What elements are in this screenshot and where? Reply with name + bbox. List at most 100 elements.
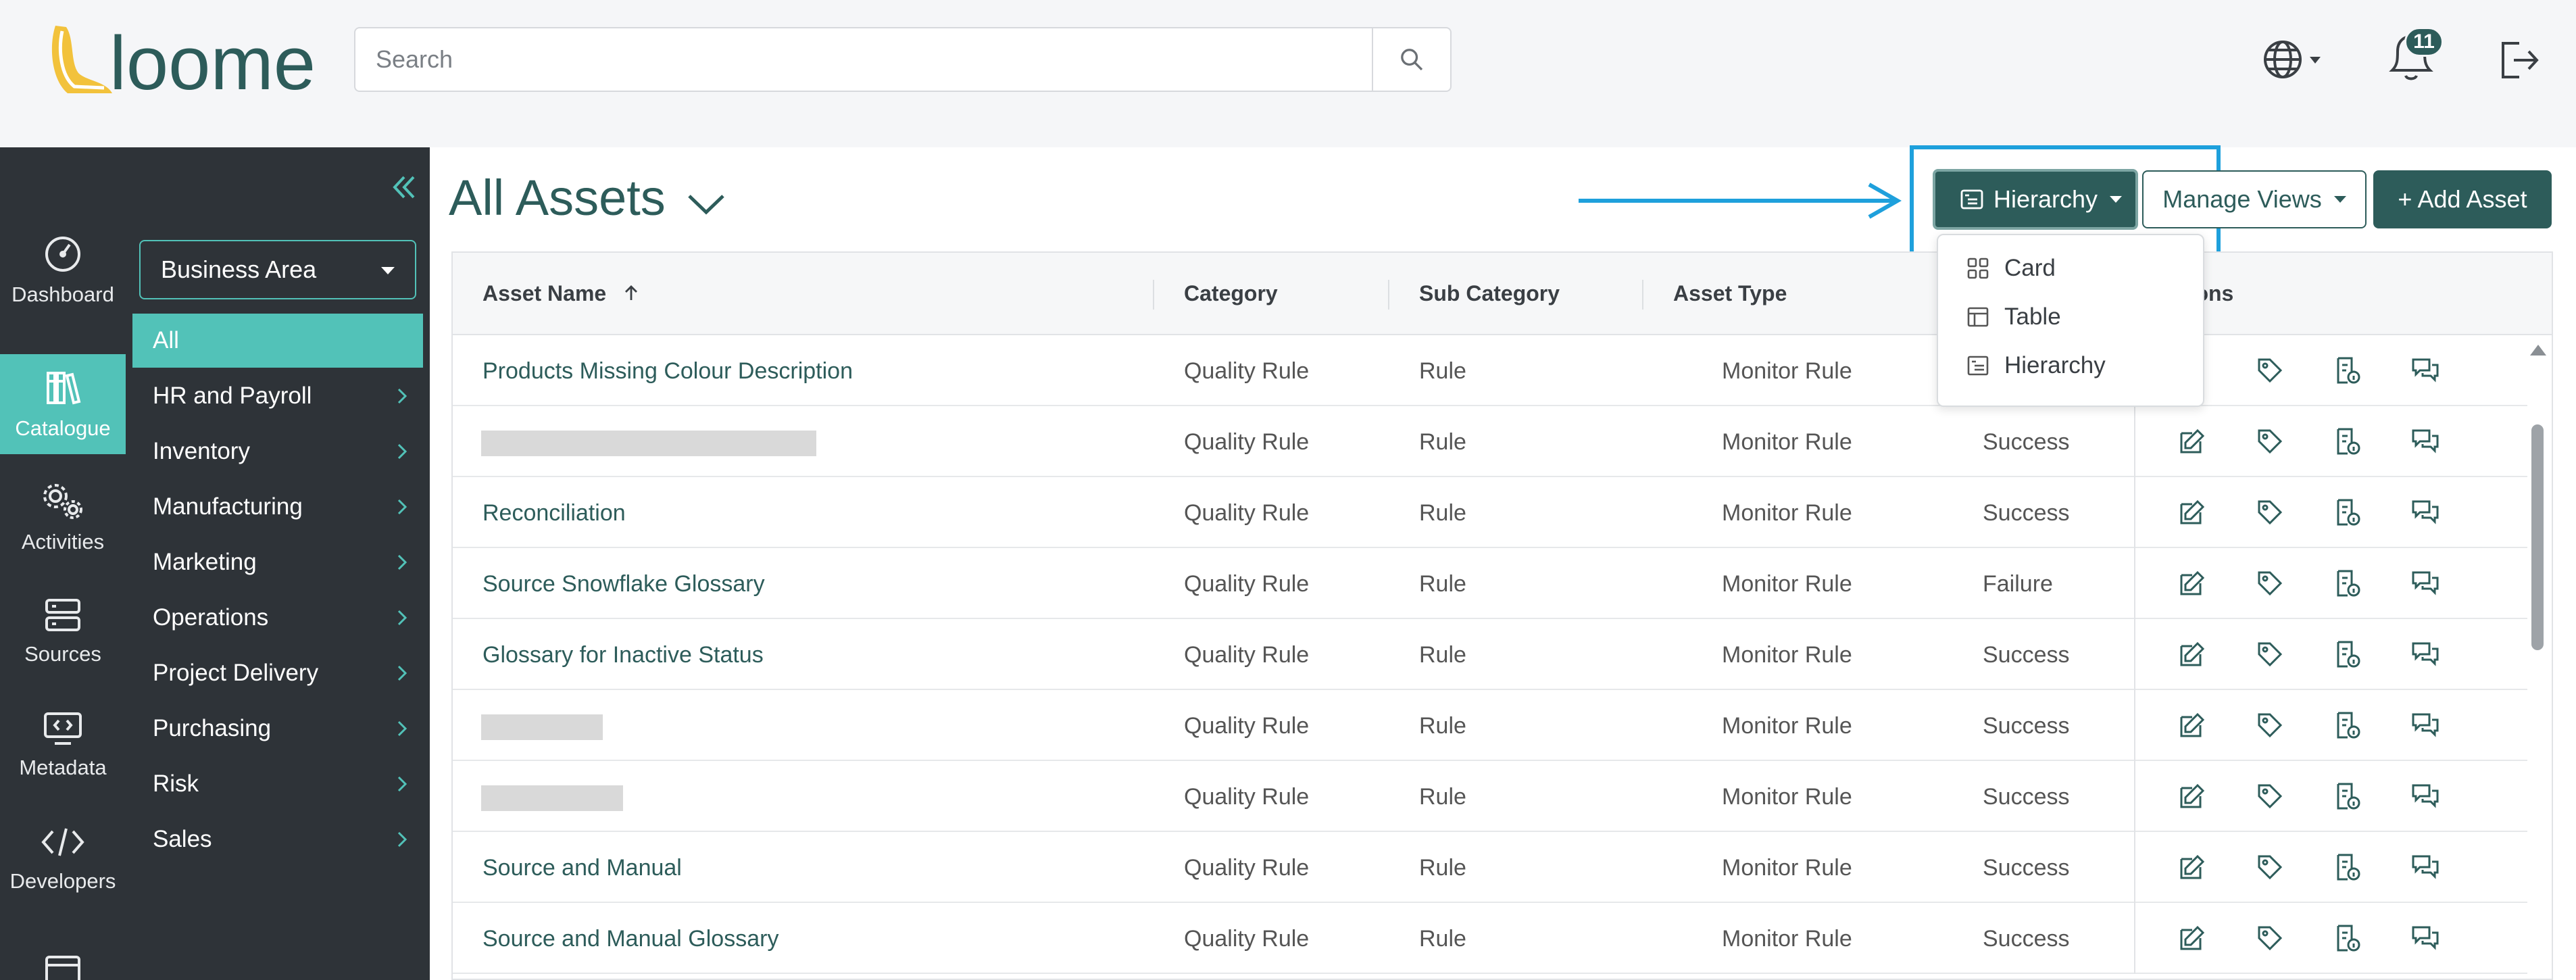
comments-button[interactable]: [2409, 922, 2442, 954]
tag-button[interactable]: [2254, 922, 2286, 954]
comments-icon: [2412, 926, 2439, 950]
code-icon: [41, 828, 84, 856]
document-info-button[interactable]: [2331, 354, 2364, 387]
area-item-all[interactable]: All: [132, 314, 423, 368]
edit-button[interactable]: [2176, 425, 2208, 458]
table-row[interactable]: Source and Manual Glossary Quality Rule Ru…: [453, 903, 2527, 974]
comments-button[interactable]: [2409, 354, 2442, 387]
tag-button[interactable]: [2254, 567, 2286, 599]
document-info-button[interactable]: [2331, 638, 2364, 670]
area-item-sales[interactable]: Sales: [132, 812, 423, 866]
nav-sources[interactable]: Sources: [0, 581, 126, 681]
search-button[interactable]: [1372, 28, 1450, 91]
actions-divider: [2134, 761, 2135, 832]
table-row[interactable]: Source and Manual Quality Rule Rule Monitor…: [453, 832, 2527, 903]
comments-button[interactable]: [2409, 780, 2442, 812]
manage-views-button[interactable]: Manage Views: [2142, 170, 2367, 228]
document-info-button[interactable]: [2331, 425, 2364, 458]
column-header-asset-name[interactable]: Asset Name: [482, 281, 641, 306]
comments-button[interactable]: [2409, 851, 2442, 883]
table-row[interactable]: Glossary for Inactive Status Quality Rule…: [453, 619, 2527, 690]
add-asset-button[interactable]: + Add Asset: [2373, 170, 2552, 228]
tag-button[interactable]: [2254, 638, 2286, 670]
tag-button[interactable]: [2254, 496, 2286, 529]
document-info-button[interactable]: [2331, 567, 2364, 599]
table-row[interactable]: Quality Rule Rule Monitor Rule Success: [453, 406, 2527, 477]
document-info-button[interactable]: [2331, 709, 2364, 741]
edit-button[interactable]: [2176, 780, 2208, 812]
view-mode-button[interactable]: Hierarchy: [1933, 169, 2138, 230]
logo-wordmark: loome: [109, 21, 316, 103]
area-item-inventory[interactable]: Inventory: [132, 424, 423, 479]
document-info-button[interactable]: [2331, 851, 2364, 883]
comments-button[interactable]: [2409, 496, 2442, 529]
edit-button[interactable]: [2176, 496, 2208, 529]
nav-more[interactable]: [0, 925, 126, 980]
table-row[interactable]: Quality Rule Rule Monitor Rule Success: [453, 690, 2527, 761]
column-header-category[interactable]: Category: [1184, 281, 1278, 306]
table-row[interactable]: Reconciliation Quality Rule Rule Monitor Ru…: [453, 477, 2527, 548]
edit-button[interactable]: [2176, 638, 2208, 670]
document-info-button[interactable]: [2331, 496, 2364, 529]
nav-activities[interactable]: Activities: [0, 468, 126, 568]
column-header-asset-type[interactable]: Asset Type: [1673, 281, 1787, 306]
comments-button[interactable]: [2409, 567, 2442, 599]
edit-button[interactable]: [2176, 709, 2208, 741]
asset-name-link[interactable]: Glossary for Inactive Status: [482, 642, 764, 668]
tag-button[interactable]: [2254, 851, 2286, 883]
business-area-select[interactable]: Business Area: [139, 240, 416, 299]
table-row[interactable]: Quality Rule Rule Monitor Rule Success: [453, 761, 2527, 832]
nav-catalogue[interactable]: Catalogue: [0, 354, 126, 454]
language-selector[interactable]: [2258, 34, 2326, 85]
comments-button[interactable]: [2409, 425, 2442, 458]
logout-button[interactable]: [2495, 36, 2542, 84]
edit-button[interactable]: [2176, 567, 2208, 599]
sub-category-cell: Rule: [1419, 642, 1466, 668]
asset-name-link[interactable]: Source and Manual Glossary: [482, 926, 778, 952]
edit-icon: [2180, 641, 2205, 666]
column-divider[interactable]: [1642, 280, 1643, 310]
nav-developers[interactable]: Developers: [0, 808, 126, 908]
scrollbar-thumb[interactable]: [2531, 424, 2544, 650]
view-option-card[interactable]: Card: [1938, 245, 2203, 292]
view-option-hierarchy[interactable]: Hierarchy: [1938, 342, 2203, 389]
column-divider[interactable]: [1388, 280, 1389, 310]
table-row[interactable]: Source Snowflake Glossary Quality Rule Rul…: [453, 548, 2527, 619]
nav-metadata[interactable]: Metadata: [0, 695, 126, 795]
table-row[interactable]: Products Missing Colour Description Quali…: [453, 335, 2527, 406]
comments-button[interactable]: [2409, 638, 2442, 670]
tag-button[interactable]: [2254, 354, 2286, 387]
scroll-up-arrow[interactable]: [2530, 345, 2546, 356]
comments-button[interactable]: [2409, 709, 2442, 741]
document-info-button[interactable]: [2331, 780, 2364, 812]
document-info-icon: [2337, 570, 2360, 597]
area-item-project-delivery[interactable]: Project Delivery: [132, 646, 423, 700]
asset-name-link[interactable]: Source and Manual: [482, 855, 682, 881]
area-item-risk[interactable]: Risk: [132, 757, 423, 811]
view-title-dropdown[interactable]: [683, 182, 730, 223]
area-item-hr-and-payroll[interactable]: HR and Payroll: [132, 369, 423, 423]
asset-type-cell: Monitor Rule: [1722, 713, 1852, 739]
collapse-panel-button[interactable]: [385, 169, 422, 205]
edit-button[interactable]: [2176, 851, 2208, 883]
area-item-operations[interactable]: Operations: [132, 591, 423, 645]
column-divider[interactable]: [1153, 280, 1154, 310]
document-info-button[interactable]: [2331, 922, 2364, 954]
sub-category-cell: Rule: [1419, 926, 1466, 952]
area-item-purchasing[interactable]: Purchasing: [132, 702, 423, 756]
nav-dashboard[interactable]: Dashboard: [0, 220, 126, 320]
loome-logo[interactable]: loome: [47, 19, 331, 105]
column-header-sub-category[interactable]: Sub Category: [1419, 281, 1560, 306]
asset-name-link[interactable]: Products Missing Colour Description: [482, 358, 853, 385]
edit-button[interactable]: [2176, 922, 2208, 954]
area-item-manufacturing[interactable]: Manufacturing: [132, 480, 423, 534]
area-item-marketing[interactable]: Marketing: [132, 535, 423, 589]
view-option-table[interactable]: Table: [1938, 293, 2203, 341]
asset-type-cell: Monitor Rule: [1722, 642, 1852, 668]
tag-button[interactable]: [2254, 709, 2286, 741]
tag-button[interactable]: [2254, 425, 2286, 458]
asset-name-link[interactable]: Source Snowflake Glossary: [482, 571, 765, 597]
asset-name-link[interactable]: Reconciliation: [482, 500, 626, 526]
search-input[interactable]: [355, 28, 1374, 91]
tag-button[interactable]: [2254, 780, 2286, 812]
